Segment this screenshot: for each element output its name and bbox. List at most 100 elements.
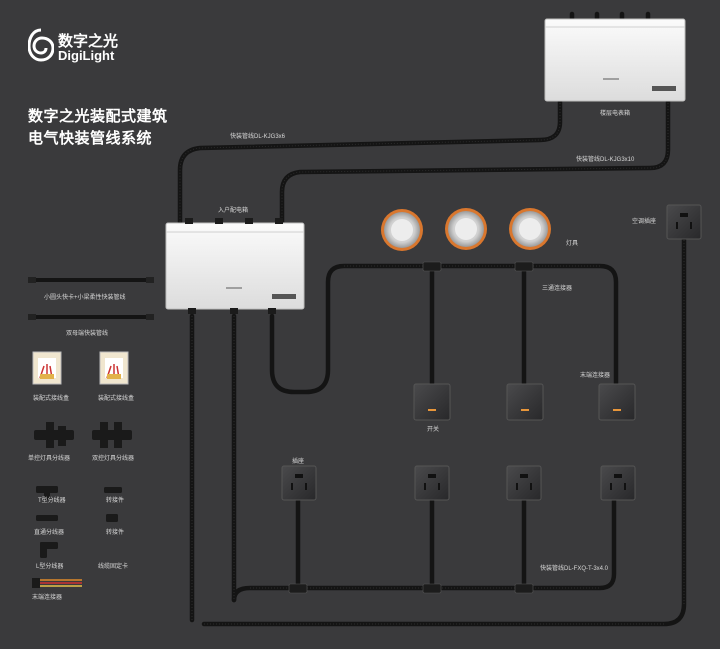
conduit-lines [177, 11, 687, 627]
ac-socket-pin [676, 222, 678, 229]
conduit-top-label: 快装管线DL-KJG3x6 [230, 134, 286, 140]
legend-conduit-small-head-icon [28, 277, 154, 283]
legend-conduit-end [146, 314, 154, 320]
socket-pin [438, 483, 440, 490]
legend-label: 装配式接线盒 [33, 396, 70, 402]
junction-box-base [40, 374, 54, 379]
legend-double-lamp-splitter-icon [92, 422, 132, 448]
socket-pin [624, 483, 626, 490]
spiral-logo-icon [28, 28, 54, 62]
bottom-conduit-label: 快装管线DL-FXQ-T-3x4.0 [540, 566, 609, 572]
legend-label: 转接件 [106, 530, 125, 536]
splitter-body [36, 486, 58, 493]
home-distribution-box [165, 218, 305, 314]
end-connector-label: 末端连接器 [580, 373, 611, 379]
downlight-icon [509, 208, 551, 250]
conduit-kjg3x10 [279, 97, 671, 229]
socket-pin [291, 483, 293, 490]
legend-adapter-icon [106, 514, 118, 522]
ac-socket-panel [666, 204, 702, 240]
home-box-port [268, 308, 276, 314]
legend-conduit-end [146, 277, 154, 283]
legend-label: 双母端快装管线 [66, 331, 109, 337]
splitter-body [36, 515, 58, 521]
page-title-line2: 电气快装管线系统 [28, 130, 153, 147]
socket-pin [530, 483, 532, 490]
home-box-port [245, 218, 253, 224]
legend-icons [28, 277, 154, 588]
socket-pin [610, 483, 612, 490]
legend-conduit-double-female-icon [28, 314, 154, 320]
home-box-port [188, 308, 196, 314]
splitter-body [92, 430, 132, 440]
socket-plate [600, 465, 636, 501]
socket-pin [428, 474, 436, 478]
tee-connector [514, 583, 534, 594]
socket-panel-icon [281, 465, 317, 501]
switch-label: 开关 [427, 427, 440, 433]
switch-led [521, 409, 529, 411]
switch-plate [598, 383, 636, 421]
tee-connector-label: 三通连接器 [542, 286, 573, 292]
lamp-lens [391, 219, 413, 241]
socket-panel-icon [414, 465, 450, 501]
legend-conduit-end [28, 277, 36, 283]
socket-pin [520, 474, 528, 478]
floor-meter-box-badge [652, 86, 676, 91]
socket-pin [424, 483, 426, 490]
switch-led [428, 409, 436, 411]
socket-panel-icon [600, 465, 636, 501]
socket-label: 插座 [292, 459, 305, 465]
page-title-line1: 数字之光装配式建筑 [28, 108, 168, 125]
socket-plate [414, 465, 450, 501]
legend-junction-box-icon [32, 351, 62, 385]
legend-adapter-icon [104, 487, 122, 493]
lamps [381, 208, 551, 251]
lamp-lens [519, 218, 541, 240]
legend-label: 装配式接线盒 [98, 396, 135, 402]
lamps-label: 灯具 [566, 241, 579, 247]
switch-panel-icon [598, 383, 636, 421]
legend-straight-splitter-icon [36, 515, 58, 521]
adapter-body [104, 487, 122, 493]
socket-plate [281, 465, 317, 501]
downlight-icon [381, 209, 423, 251]
switches [413, 383, 636, 421]
splitter-arm [100, 422, 108, 448]
legend-label: 小圆头快卡+小梁柔性快装管线 [44, 295, 126, 301]
socket-pin [516, 483, 518, 490]
splitter-arm [114, 422, 122, 448]
wiring-diagram [28, 11, 702, 627]
switch-panel-icon [413, 383, 451, 421]
ac-socket-label: 空调插座 [632, 219, 657, 225]
junction-box-base [107, 374, 121, 379]
downlight-icon [445, 208, 487, 250]
spiral-logo-outer [28, 28, 54, 62]
floor-meter-box-label: 楼层电表箱 [600, 111, 631, 117]
socket-panel-icon [506, 465, 542, 501]
socket-pin [295, 474, 303, 478]
legend-l-splitter-icon [40, 542, 58, 558]
home-box-port [275, 218, 283, 224]
legend-label: 末端连接器 [32, 595, 63, 601]
end-connector-head [32, 578, 40, 588]
legend-label: 单控灯具分线器 [28, 456, 71, 462]
legend-label: T型分线器 [38, 498, 66, 504]
brand-name-en: DigiLight [58, 48, 115, 63]
legend-junction-box-icon [99, 351, 129, 385]
legend-conduit-end [28, 314, 36, 320]
tee-connector [422, 261, 442, 272]
legend-label: 双控灯具分线器 [92, 456, 135, 462]
splitter-arm [58, 426, 66, 446]
conduit-right-label: 快装管线DL-KJG3x10 [576, 157, 635, 163]
tee-connector [422, 583, 442, 594]
switch-panel-icon [506, 383, 544, 421]
sockets [281, 465, 636, 501]
home-box-port [230, 308, 238, 314]
home-box-port [215, 218, 223, 224]
legend-end-connector-icon [32, 578, 82, 588]
home-distribution-box-label: 入户配电箱 [218, 208, 249, 214]
legend-label: L型分线器 [36, 564, 64, 570]
tee-connectors [288, 261, 534, 594]
ac-socket [666, 204, 702, 240]
